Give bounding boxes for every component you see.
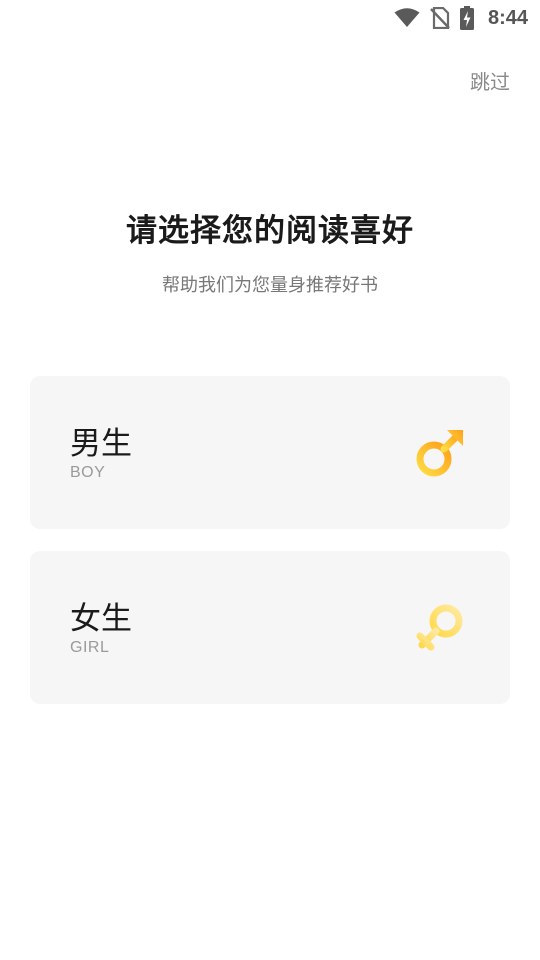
option-sub-label: GIRL [70, 639, 110, 656]
option-label: 男生 [70, 426, 132, 462]
skip-button[interactable]: 跳过 [470, 66, 510, 95]
option-label: 女生 [70, 601, 132, 637]
option-card-boy[interactable]: 男生 BOY [30, 376, 510, 529]
option-card-girl[interactable]: 女生 GIRL [30, 551, 510, 704]
option-sub-label: BOY [70, 464, 106, 481]
status-time: 8:44 [487, 6, 528, 29]
no-sim-icon [430, 7, 450, 29]
battery-charging-icon [459, 6, 474, 30]
male-symbol-icon [416, 429, 463, 476]
page-title: 请选择您的阅读喜好 [126, 213, 414, 249]
female-symbol-icon [416, 604, 463, 650]
page-subtitle: 帮助我们为您量身推荐好书 [162, 275, 378, 296]
status-bar: 8:44 [0, 0, 540, 36]
status-icons: 8:44 [394, 4, 528, 32]
wifi-icon [394, 8, 420, 27]
